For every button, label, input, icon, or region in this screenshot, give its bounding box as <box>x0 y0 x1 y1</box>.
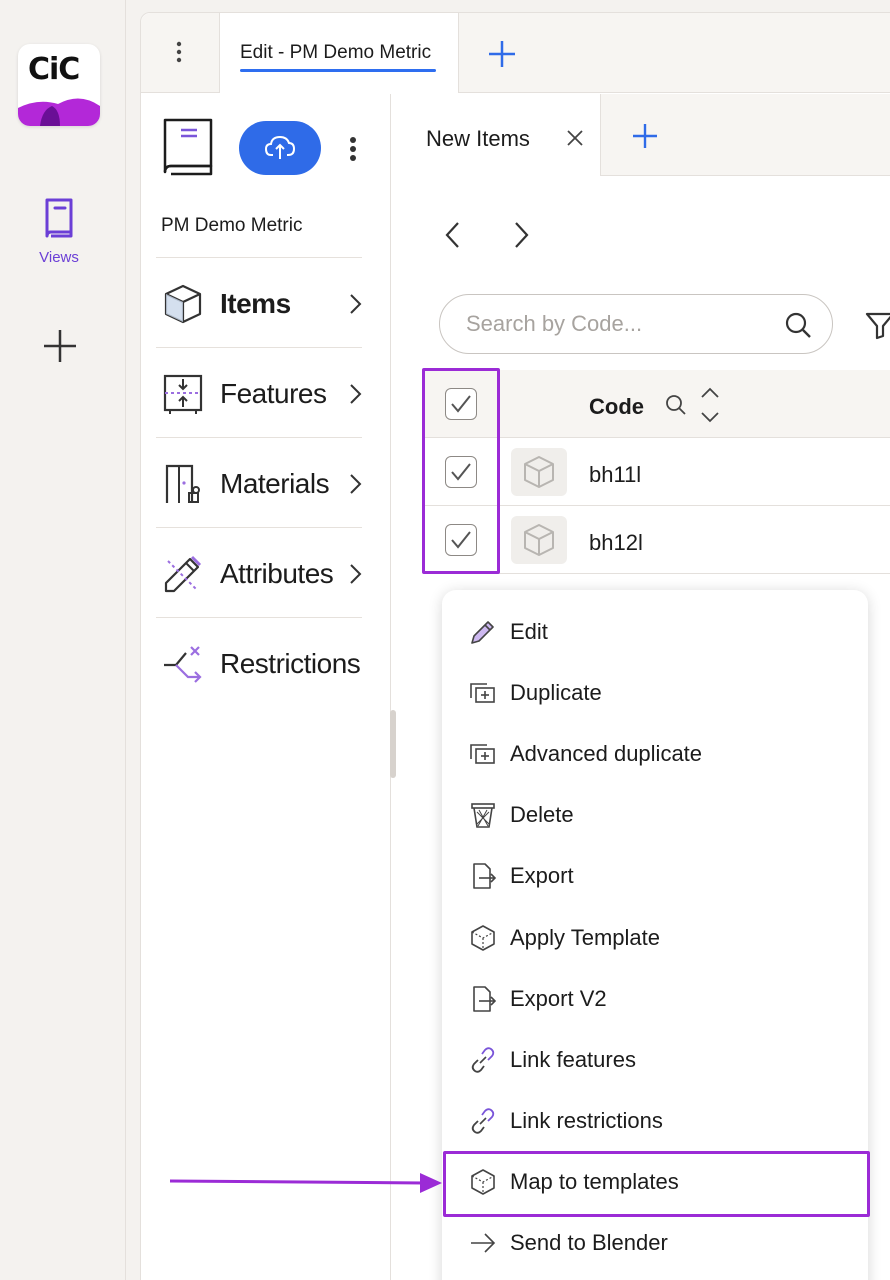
sidebar-item-features[interactable]: Features <box>156 348 362 438</box>
tab-edit-model-label: Edit - PM Demo Metric <box>240 42 432 63</box>
top-tab-bar: Edit - PM Demo Metric <box>141 13 890 93</box>
menu-item-label: Duplicate <box>510 680 602 705</box>
add-tab-icon[interactable] <box>631 122 659 150</box>
tab-active-underline <box>240 69 436 72</box>
book-icon <box>45 198 73 238</box>
search-box <box>439 294 833 354</box>
cube-icon <box>471 925 495 951</box>
search-input[interactable] <box>466 309 766 339</box>
sidebar-item-materials[interactable]: Materials <box>156 438 362 528</box>
sidebar-item-attributes-label: Attributes <box>220 558 334 589</box>
menu-item-edit[interactable]: Edit <box>442 603 868 661</box>
link-icon <box>471 1047 495 1073</box>
menu-item-label: Link features <box>510 1047 636 1072</box>
menu-item-label: Apply Template <box>510 925 661 950</box>
rail-views-label: Views <box>39 249 79 266</box>
sidebar-item-features-label: Features <box>220 378 327 409</box>
app-rail: CiC Views <box>0 0 126 1280</box>
rail-views-button[interactable]: Views <box>28 196 90 266</box>
tab-new-items-label: New Items <box>426 126 530 151</box>
column-header-code[interactable]: Code <box>589 394 644 420</box>
logo-text: CiC <box>28 52 80 87</box>
item-code: bh12l <box>589 530 643 555</box>
sidebar-item-items[interactable]: Items <box>156 258 362 348</box>
menu-item-export-v2[interactable]: Export V2 <box>442 970 868 1028</box>
content-tab-bar: New Items <box>397 94 890 176</box>
arrow-right-icon <box>471 1233 496 1253</box>
upload-button[interactable] <box>239 121 321 175</box>
vertical-dots-icon <box>176 41 182 63</box>
pencil-ruler-icon <box>164 555 202 593</box>
sidebar-item-attributes[interactable]: Attributes <box>156 528 362 618</box>
sidebar-item-restrictions-label: Restrictions <box>220 648 361 679</box>
vertical-dots-icon <box>350 137 356 161</box>
menu-item-delete[interactable]: Delete <box>442 786 868 844</box>
menu-item-label: Export <box>510 863 574 888</box>
chevron-right-icon <box>350 474 362 494</box>
cloud-upload-icon <box>265 135 295 159</box>
sidebar-nav: Items Features Materials Attributes Rest… <box>156 257 362 708</box>
close-icon[interactable] <box>565 128 585 148</box>
menu-item-apply-template[interactable]: Apply Template <box>442 909 868 967</box>
menu-item-duplicate[interactable]: Duplicate <box>442 664 868 722</box>
chevron-left-icon[interactable] <box>443 220 463 250</box>
plus-icon <box>44 330 76 362</box>
restrictions-icon <box>164 646 202 683</box>
cube-icon <box>164 284 202 324</box>
features-icon <box>163 374 203 414</box>
sidebar-item-items-label: Items <box>220 288 291 319</box>
chevron-right-icon <box>350 564 362 584</box>
sidebar-item-restrictions[interactable]: Restrictions <box>156 618 362 708</box>
add-tab-button[interactable] <box>487 39 517 69</box>
menu-item-label: Edit <box>510 619 548 644</box>
menu-item-send-to-blender[interactable]: Send to Blender <box>442 1214 868 1272</box>
app-logo[interactable]: CiC <box>18 44 100 126</box>
duplicate-icon <box>470 744 495 764</box>
item-thumbnail <box>511 516 567 564</box>
sort-icon[interactable] <box>699 386 721 424</box>
search-icon[interactable] <box>784 311 812 339</box>
menu-item-advanced-duplicate[interactable]: Advanced duplicate <box>442 725 868 783</box>
column-search-icon[interactable] <box>665 394 687 416</box>
materials-icon <box>165 464 200 503</box>
model-book-icon <box>161 116 217 183</box>
sidebar-more-button[interactable] <box>345 134 361 164</box>
model-name: PM Demo Metric <box>161 215 303 236</box>
chevron-right-icon[interactable] <box>511 220 531 250</box>
rail-add-button[interactable] <box>42 328 78 364</box>
menu-item-label: Export V2 <box>510 986 607 1011</box>
menu-item-link-restrictions[interactable]: Link restrictions <box>442 1092 868 1150</box>
menu-item-label: Send to Blender <box>510 1230 668 1255</box>
pointer-arrow-icon <box>170 1173 442 1193</box>
export-icon <box>473 986 497 1012</box>
cube-icon <box>524 524 554 556</box>
menu-item-link-features[interactable]: Link features <box>442 1031 868 1089</box>
pencil-icon <box>471 621 494 644</box>
cube-icon <box>524 456 554 488</box>
checkbox-selection-highlight <box>422 368 500 574</box>
filter-icon[interactable] <box>865 310 890 340</box>
sidebar-item-materials-label: Materials <box>220 468 330 499</box>
tab-more-button[interactable] <box>167 37 191 67</box>
tab-new-items[interactable]: New Items <box>397 94 601 176</box>
item-thumbnail <box>511 448 567 496</box>
menu-item-export[interactable]: Export <box>442 847 868 905</box>
trash-icon <box>471 803 495 828</box>
plus-icon <box>489 41 515 67</box>
menu-item-label: Delete <box>510 802 574 827</box>
menu-item-label: Link restrictions <box>510 1108 663 1133</box>
logo-shape-icon <box>18 98 100 126</box>
duplicate-icon <box>470 683 495 703</box>
item-code: bh11l <box>589 462 642 487</box>
tab-edit-model[interactable]: Edit - PM Demo Metric <box>219 13 459 93</box>
menu-item-label: Advanced duplicate <box>510 741 703 766</box>
link-icon <box>471 1108 495 1134</box>
resize-handle[interactable] <box>390 710 396 778</box>
chevron-right-icon <box>350 294 362 314</box>
chevron-right-icon <box>350 384 362 404</box>
export-icon <box>473 863 497 889</box>
menu-item-highlight <box>443 1151 870 1217</box>
model-sidebar: PM Demo Metric Items Features Materials … <box>141 94 396 1280</box>
